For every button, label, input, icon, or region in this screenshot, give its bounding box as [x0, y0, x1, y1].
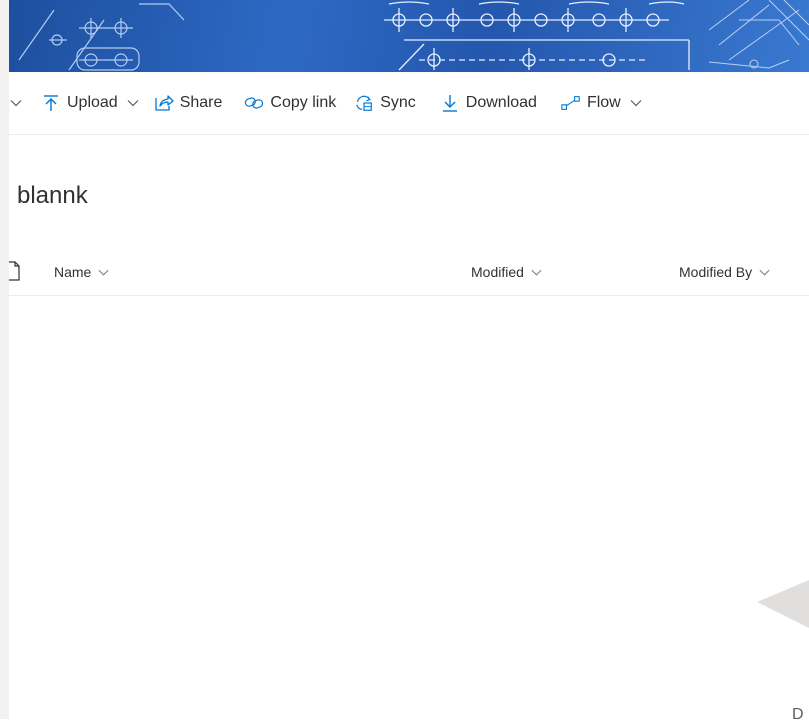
sync-label: Sync: [380, 94, 416, 111]
flow-icon: [561, 93, 581, 113]
share-button[interactable]: Share: [154, 83, 223, 123]
sync-icon: [354, 93, 374, 113]
chevron-down-icon: [758, 266, 771, 279]
blueprint-pattern: [18, 0, 809, 71]
column-modified-by-label: Modified By: [679, 264, 753, 280]
upload-icon: [41, 93, 61, 113]
copy-link-button[interactable]: Copy link: [244, 83, 336, 123]
chevron-down-icon[interactable]: [9, 96, 23, 110]
column-header-name[interactable]: Name: [54, 264, 110, 280]
chevron-down-icon: [530, 266, 543, 279]
download-button[interactable]: Download: [440, 83, 537, 123]
file-icon[interactable]: [5, 260, 21, 285]
empty-state-illustration: [757, 580, 809, 628]
share-label: Share: [179, 94, 223, 111]
sync-button[interactable]: Sync: [354, 83, 416, 123]
empty-state-text: D: [792, 706, 804, 723]
command-bar: Upload Share Copy link Sync Download Flo…: [9, 72, 809, 135]
chevron-down-icon: [97, 266, 110, 279]
copy-link-label: Copy link: [270, 94, 337, 111]
upload-button[interactable]: Upload: [41, 83, 140, 123]
column-header-modified-by[interactable]: Modified By: [679, 264, 771, 280]
left-rail: [0, 0, 9, 719]
share-icon: [154, 93, 174, 113]
download-icon: [440, 93, 460, 113]
link-icon: [244, 93, 264, 113]
chevron-down-icon: [126, 96, 140, 110]
column-header-modified[interactable]: Modified: [471, 264, 543, 280]
download-label: Download: [465, 94, 537, 111]
flow-button[interactable]: Flow: [561, 83, 643, 123]
upload-label: Upload: [67, 94, 118, 111]
column-modified-label: Modified: [471, 264, 524, 280]
chevron-down-icon: [629, 96, 643, 110]
library-title: blannk: [17, 182, 88, 209]
flow-label: Flow: [586, 94, 621, 111]
list-header-row: Name Modified Modified By: [5, 248, 809, 296]
site-header-banner: [9, 0, 809, 72]
column-name-label: Name: [54, 264, 92, 280]
